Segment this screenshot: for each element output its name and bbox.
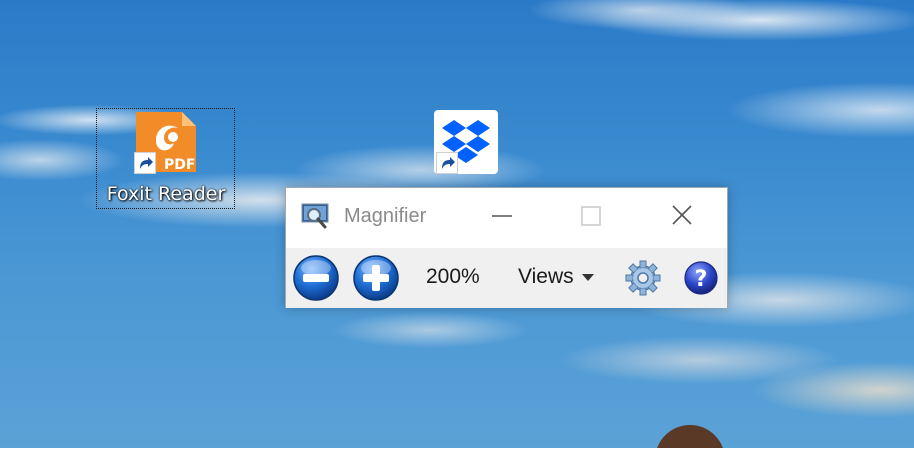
views-label: Views: [518, 265, 574, 288]
help-icon: ?: [684, 261, 718, 295]
zoom-in-icon: [353, 255, 399, 301]
shortcut-arrow-icon: [436, 152, 458, 174]
zoom-level-display: 200%: [426, 265, 480, 288]
chevron-down-icon: [581, 273, 594, 281]
desktop-icon-dropbox[interactable]: [434, 110, 498, 174]
wallpaper-figure: [655, 425, 725, 448]
views-dropdown[interactable]: Views: [518, 265, 594, 289]
minimize-icon: [492, 215, 512, 217]
maximize-icon: [581, 206, 601, 226]
window-title: Magnifier: [344, 205, 427, 227]
minimize-button[interactable]: [479, 194, 525, 238]
svg-text:?: ?: [695, 267, 708, 292]
maximize-button[interactable]: [568, 194, 614, 238]
desktop-icon-label: Foxit Reader: [106, 183, 226, 205]
desktop-icon-foxit-reader[interactable]: PDF Foxit Reader: [96, 108, 236, 210]
screen-bottom-edge: [0, 448, 914, 460]
shortcut-arrow-icon: [134, 152, 156, 174]
zoom-out-button[interactable]: [292, 254, 340, 302]
zoom-in-button[interactable]: [352, 254, 400, 302]
magnifier-window[interactable]: Magnifier 200% Views ?: [285, 187, 728, 308]
title-bar[interactable]: Magnifier: [286, 188, 727, 246]
magnifier-toolbar: 200% Views ?: [286, 248, 727, 308]
close-icon: [672, 205, 692, 225]
close-button[interactable]: [659, 194, 705, 238]
zoom-out-icon: [293, 255, 339, 301]
gear-icon: [625, 260, 661, 296]
settings-button[interactable]: [625, 260, 661, 296]
help-button[interactable]: ?: [683, 260, 719, 296]
svg-text:PDF: PDF: [164, 157, 195, 173]
magnifier-app-icon: [301, 202, 331, 230]
